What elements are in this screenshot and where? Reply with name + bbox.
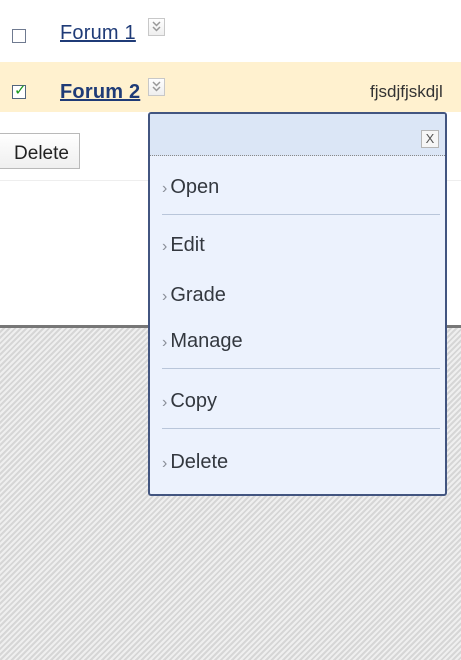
menu-item-edit[interactable]: › Edit (162, 230, 440, 260)
forum-link[interactable]: Forum 1 (60, 22, 136, 44)
menu-item-manage[interactable]: › Manage (162, 326, 440, 356)
list-row-forum-2: ✓ Forum 2 fjsdjfjskdjl (0, 62, 461, 112)
menu-item-delete[interactable]: › Delete (162, 447, 440, 477)
menu-item-grade[interactable]: › Grade (162, 280, 440, 310)
menu-item-open[interactable]: › Open (162, 172, 440, 202)
menu-item-label: Manage (170, 330, 243, 352)
menu-item-label: Grade (170, 284, 226, 306)
menu-item-label: Open (170, 176, 220, 198)
menu-divider (162, 368, 440, 369)
list-row-forum-1: Forum 1 (0, 8, 461, 56)
chevron-right-icon: › (162, 238, 168, 255)
close-button[interactable]: X (421, 130, 439, 148)
context-menu-header: X (150, 114, 445, 156)
forum-link[interactable]: Forum 2 (60, 81, 140, 103)
menu-chevron-icon[interactable] (148, 18, 165, 36)
checkmark-icon: ✓ (14, 82, 27, 99)
double-chevron-icon (152, 21, 161, 32)
row-checkbox[interactable] (12, 29, 26, 43)
chevron-right-icon: › (162, 180, 168, 197)
menu-divider (162, 214, 440, 215)
menu-item-label: Copy (170, 390, 218, 412)
context-menu: X › Open › Edit › Grade › Manage › Copy › Dele… (148, 112, 447, 496)
menu-item-label: Edit (170, 234, 205, 256)
chevron-right-icon: › (162, 394, 168, 411)
chevron-right-icon: › (162, 334, 168, 351)
menu-chevron-icon[interactable] (148, 78, 165, 96)
forum-description: fjsdjfjskdjl (370, 82, 443, 101)
chevron-right-icon: › (162, 455, 168, 472)
delete-button[interactable]: Delete (0, 133, 80, 169)
menu-item-label: Delete (170, 451, 229, 473)
chevron-right-icon: › (162, 288, 168, 305)
row-checkbox[interactable]: ✓ (12, 82, 27, 99)
double-chevron-icon (152, 81, 161, 92)
menu-item-copy[interactable]: › Copy (162, 386, 440, 416)
menu-divider (162, 428, 440, 429)
